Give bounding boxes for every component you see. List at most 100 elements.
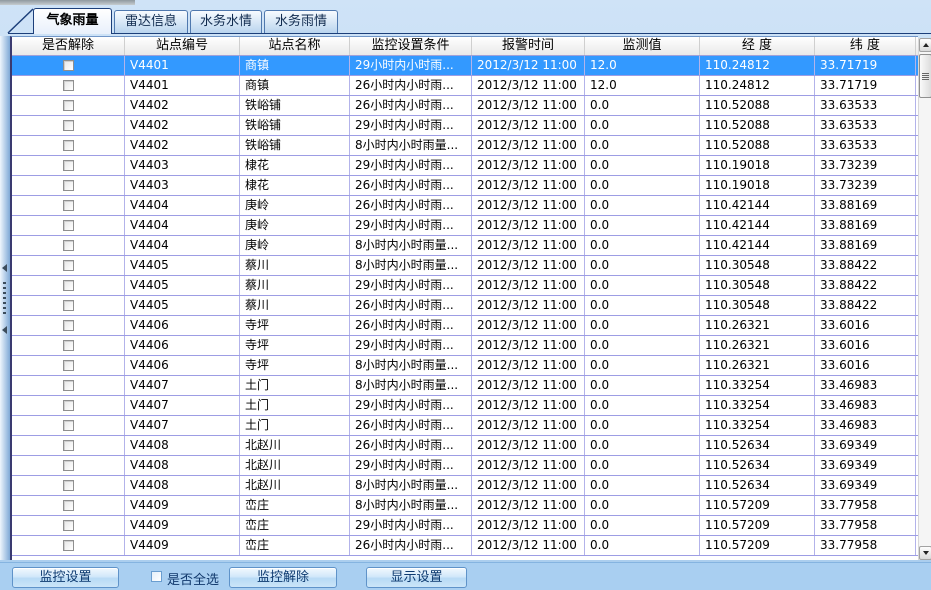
cell-condition: 8小时内小时雨量... <box>350 236 472 255</box>
scroll-up-button[interactable] <box>919 38 931 52</box>
cell-time: 2012/3/12 11:00 <box>472 96 585 115</box>
release-checkbox[interactable] <box>63 520 74 531</box>
column-header[interactable]: 经 度 <box>700 37 815 55</box>
release-checkbox[interactable] <box>63 360 74 371</box>
table-row[interactable]: V4403棣花29小时内小时雨...2012/3/12 11:000.0110.… <box>12 156 918 176</box>
monitor-settings-button[interactable]: 监控设置 <box>12 567 119 588</box>
table-row[interactable]: V4404庚岭8小时内小时雨量...2012/3/12 11:000.0110.… <box>12 236 918 256</box>
release-checkbox[interactable] <box>63 440 74 451</box>
cell-condition: 29小时内小时雨... <box>350 516 472 535</box>
release-checkbox[interactable] <box>63 320 74 331</box>
cell-value: 0.0 <box>585 156 700 175</box>
release-checkbox[interactable] <box>63 340 74 351</box>
column-header[interactable]: 报警时间 <box>472 37 585 55</box>
release-checkbox[interactable] <box>63 480 74 491</box>
release-checkbox[interactable] <box>63 380 74 391</box>
column-header[interactable]: 站点名称 <box>240 37 350 55</box>
table-row[interactable]: V4408北赵川8小时内小时雨量...2012/3/12 11:000.0110… <box>12 476 918 496</box>
release-checkbox[interactable] <box>63 500 74 511</box>
tab-water-condition[interactable]: 水务水情 <box>190 10 262 33</box>
table-row[interactable]: V4409峦庄26小时内小时雨...2012/3/12 11:000.0110.… <box>12 536 918 556</box>
release-checkbox[interactable] <box>63 220 74 231</box>
tab-label: 雷达信息 <box>125 14 177 29</box>
table-row[interactable]: V4404庚岭29小时内小时雨...2012/3/12 11:000.0110.… <box>12 216 918 236</box>
scroll-down-button[interactable] <box>919 546 931 560</box>
release-checkbox[interactable] <box>63 140 74 151</box>
select-all-checkbox[interactable] <box>151 571 162 582</box>
release-checkbox-cell <box>12 516 125 535</box>
table-row[interactable]: V4408北赵川29小时内小时雨...2012/3/12 11:000.0110… <box>12 456 918 476</box>
release-checkbox[interactable] <box>63 260 74 271</box>
tab-weather-rainfall[interactable]: 气象雨量 <box>33 8 112 34</box>
table-row[interactable]: V4401商镇26小时内小时雨...2012/3/12 11:0012.0110… <box>12 76 918 96</box>
table-row[interactable]: V4405蔡川26小时内小时雨...2012/3/12 11:000.0110.… <box>12 296 918 316</box>
release-checkbox[interactable] <box>63 180 74 191</box>
table-row[interactable]: V4403棣花26小时内小时雨...2012/3/12 11:000.0110.… <box>12 176 918 196</box>
release-checkbox[interactable] <box>63 120 74 131</box>
table-row[interactable]: V4406寺坪29小时内小时雨...2012/3/12 11:000.0110.… <box>12 336 918 356</box>
release-checkbox[interactable] <box>63 400 74 411</box>
table-row[interactable]: V4407土门26小时内小时雨...2012/3/12 11:000.0110.… <box>12 416 918 436</box>
release-checkbox-cell <box>12 476 125 495</box>
scrollbar-thumb[interactable] <box>919 54 931 98</box>
table-row[interactable]: V4409峦庄29小时内小时雨...2012/3/12 11:000.0110.… <box>12 516 918 536</box>
table-row[interactable]: V4402铁峪铺29小时内小时雨...2012/3/12 11:000.0110… <box>12 116 918 136</box>
cell-id: V4405 <box>125 296 240 315</box>
table-row[interactable]: V4405蔡川8小时内小时雨量...2012/3/12 11:000.0110.… <box>12 256 918 276</box>
release-checkbox[interactable] <box>63 160 74 171</box>
collapse-left-arrow-icon[interactable] <box>2 326 7 334</box>
cell-value: 0.0 <box>585 456 700 475</box>
cell-id: V4402 <box>125 96 240 115</box>
monitor-release-button[interactable]: 监控解除 <box>229 567 337 588</box>
table-row[interactable]: V4408北赵川26小时内小时雨...2012/3/12 11:000.0110… <box>12 436 918 456</box>
splitter-grip-dot <box>3 302 6 304</box>
release-checkbox[interactable] <box>63 420 74 431</box>
release-checkbox[interactable] <box>63 460 74 471</box>
cell-lon: 110.52088 <box>700 96 815 115</box>
table-row[interactable]: V4409峦庄8小时内小时雨量...2012/3/12 11:000.0110.… <box>12 496 918 516</box>
release-checkbox[interactable] <box>63 300 74 311</box>
cell-value: 12.0 <box>585 56 700 75</box>
left-splitter-handle[interactable] <box>0 36 10 560</box>
release-checkbox[interactable] <box>63 280 74 291</box>
cell-time: 2012/3/12 11:00 <box>472 276 585 295</box>
table-row[interactable]: V4407土门29小时内小时雨...2012/3/12 11:000.0110.… <box>12 396 918 416</box>
collapse-left-arrow-icon[interactable] <box>2 264 7 272</box>
table-row[interactable]: V4406寺坪8小时内小时雨量...2012/3/12 11:000.0110.… <box>12 356 918 376</box>
table-row[interactable]: V4404庚岭26小时内小时雨...2012/3/12 11:000.0110.… <box>12 196 918 216</box>
column-header[interactable]: 监控设置条件 <box>350 37 472 55</box>
cell-condition: 8小时内小时雨量... <box>350 496 472 515</box>
cell-lon: 110.26321 <box>700 356 815 375</box>
release-checkbox[interactable] <box>63 540 74 551</box>
cell-time: 2012/3/12 11:00 <box>472 536 585 555</box>
thumb-grip <box>922 73 929 74</box>
cell-lon: 110.57209 <box>700 536 815 555</box>
release-checkbox-cell <box>12 236 125 255</box>
cell-lat: 33.69349 <box>815 476 916 495</box>
cell-time: 2012/3/12 11:00 <box>472 456 585 475</box>
table-row[interactable]: V4402铁峪铺26小时内小时雨...2012/3/12 11:000.0110… <box>12 96 918 116</box>
table-row[interactable]: V4406寺坪26小时内小时雨...2012/3/12 11:000.0110.… <box>12 316 918 336</box>
table-row[interactable]: V4405蔡川29小时内小时雨...2012/3/12 11:000.0110.… <box>12 276 918 296</box>
release-checkbox[interactable] <box>63 240 74 251</box>
vertical-scrollbar[interactable] <box>918 38 931 560</box>
column-header[interactable]: 纬 度 <box>815 37 916 55</box>
table-row[interactable]: V4401商镇29小时内小时雨...2012/3/12 11:0012.0110… <box>12 56 918 76</box>
release-checkbox[interactable] <box>63 200 74 211</box>
release-checkbox[interactable] <box>63 60 74 71</box>
column-header[interactable]: 监测值 <box>585 37 700 55</box>
column-header[interactable]: 站点编号 <box>125 37 240 55</box>
display-settings-button[interactable]: 显示设置 <box>366 567 467 588</box>
release-checkbox[interactable] <box>63 80 74 91</box>
table-row[interactable]: V4407土门8小时内小时雨量...2012/3/12 11:000.0110.… <box>12 376 918 396</box>
release-checkbox[interactable] <box>63 100 74 111</box>
cell-lat: 33.88169 <box>815 236 916 255</box>
cell-value: 0.0 <box>585 176 700 195</box>
tab-water-rain[interactable]: 水务雨情 <box>264 10 338 33</box>
tab-radar-info[interactable]: 雷达信息 <box>114 10 188 33</box>
cell-name: 商镇 <box>240 76 350 95</box>
table-row[interactable]: V4402铁峪铺8小时内小时雨量...2012/3/12 11:000.0110… <box>12 136 918 156</box>
column-header[interactable]: 是否解除 <box>12 37 125 55</box>
cell-name: 峦庄 <box>240 536 350 555</box>
cell-time: 2012/3/12 11:00 <box>472 296 585 315</box>
